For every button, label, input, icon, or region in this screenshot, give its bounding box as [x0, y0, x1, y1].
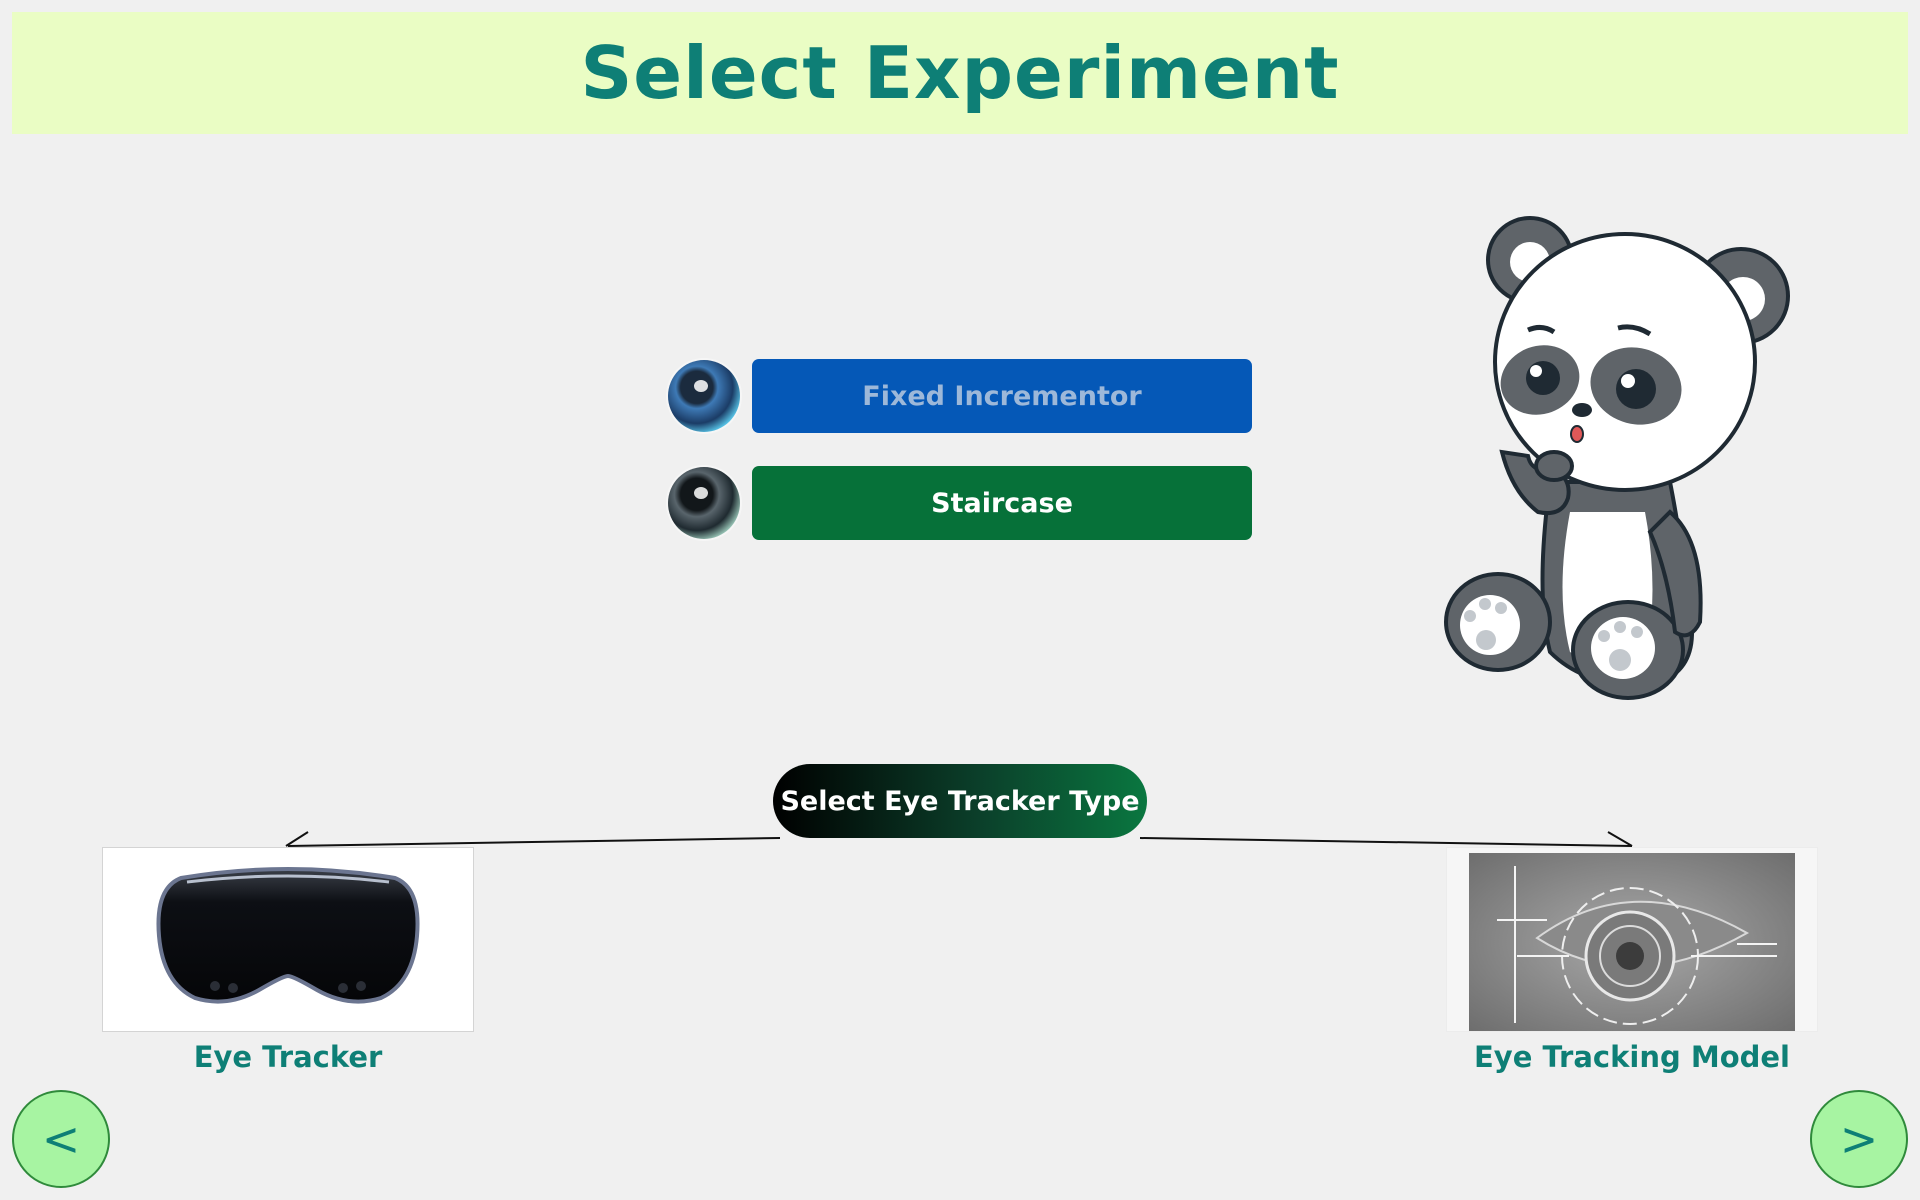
experiment-row-fixed: Fixed Incrementor: [668, 359, 1252, 433]
eye-tracking-model-card[interactable]: [1446, 847, 1818, 1032]
eye-scan-image: [1469, 853, 1795, 1031]
connector-left-arrow: [285, 831, 309, 847]
panda-mascot-image: [1444, 216, 1790, 700]
experiment-row-staircase: Staircase: [668, 466, 1252, 540]
previous-button[interactable]: <: [12, 1090, 110, 1188]
eye-tracker-card[interactable]: [102, 847, 474, 1032]
header-bar: Select Experiment: [12, 12, 1908, 134]
vr-headset-image: [156, 867, 420, 1004]
connector-right-arrow: [1607, 831, 1633, 847]
eye-tracking-model-label[interactable]: Eye Tracking Model: [1422, 1040, 1842, 1074]
select-eye-tracker-type-button[interactable]: Select Eye Tracker Type: [773, 764, 1147, 838]
experiment-screen: Select Experiment Fixed Incrementor Stai…: [0, 0, 1920, 1200]
staircase-button[interactable]: Staircase: [752, 466, 1252, 540]
fixed-incrementor-button[interactable]: Fixed Incrementor: [752, 359, 1252, 433]
teal-eye-icon: [668, 467, 740, 539]
next-button[interactable]: >: [1810, 1090, 1908, 1188]
page-title: Select Experiment: [580, 31, 1340, 115]
connector-left: [287, 837, 781, 847]
connector-right: [1139, 837, 1633, 847]
eye-tracker-label[interactable]: Eye Tracker: [78, 1040, 498, 1074]
blue-eye-icon: [668, 360, 740, 432]
